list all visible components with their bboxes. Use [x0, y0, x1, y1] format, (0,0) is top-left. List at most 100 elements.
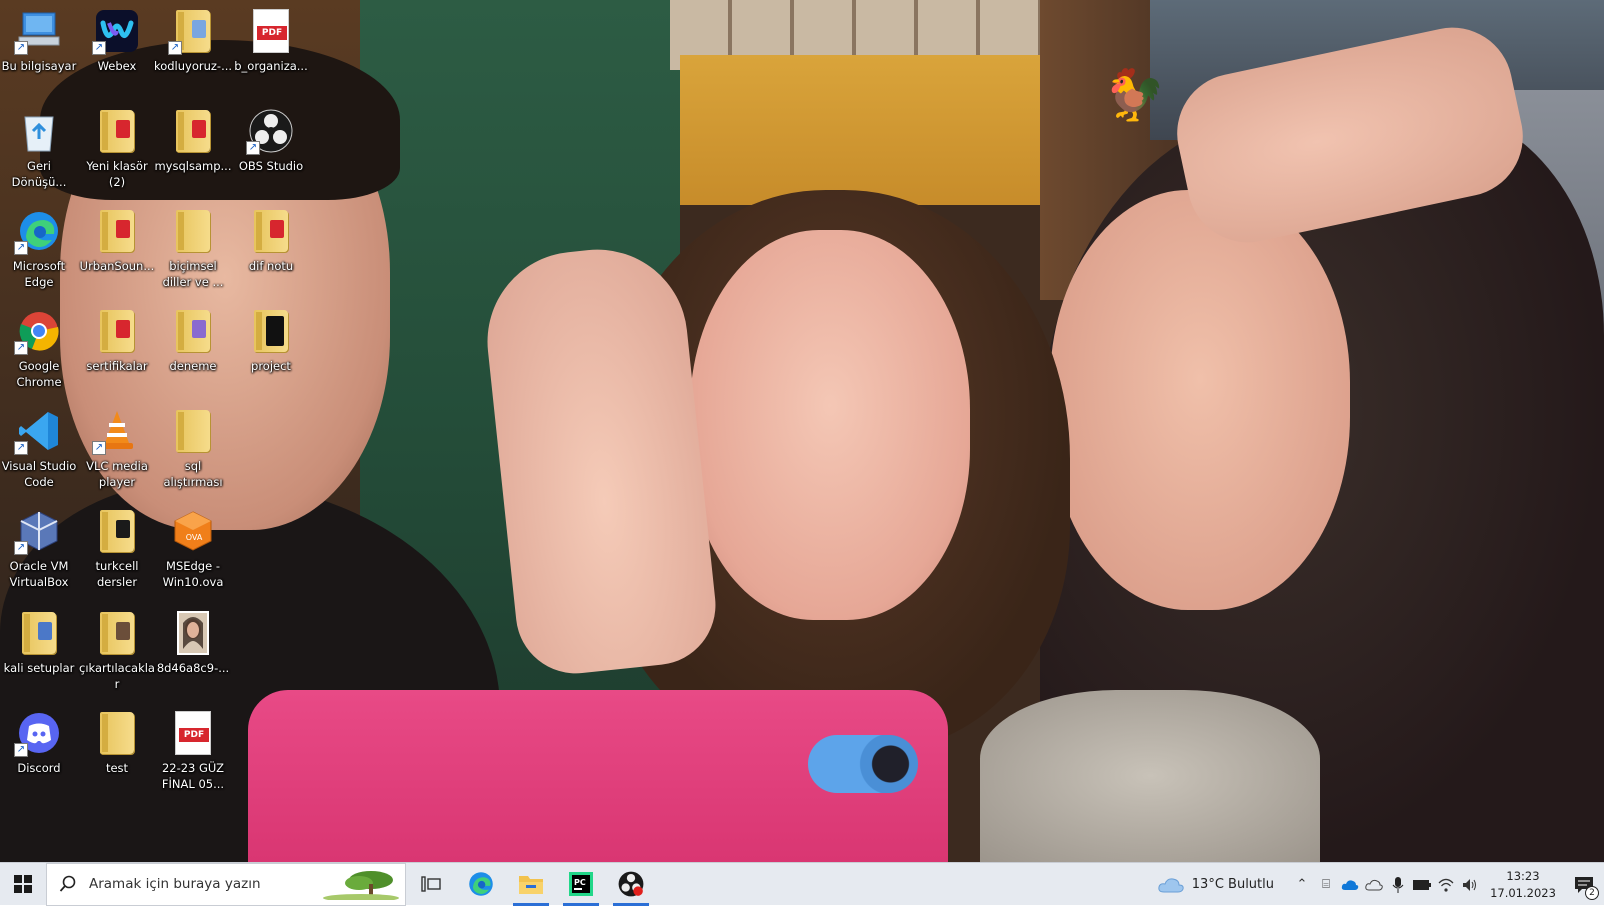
- desktop-icon-deneme[interactable]: deneme: [154, 308, 232, 374]
- desktop-icon-msedge-ova[interactable]: OVA MSEdge - Win10.ova: [154, 508, 232, 590]
- desktop-icon-edge[interactable]: ↗ Microsoft Edge: [0, 208, 78, 290]
- taskbar: Aramak için buraya yazın PC 13°C Bulutlu…: [0, 862, 1604, 906]
- desktop-icon-final[interactable]: PDF 22-23 GÜZ FİNAL 05...: [154, 710, 232, 792]
- battery-icon: [1413, 879, 1431, 890]
- desktop-icon-turkcell[interactable]: turkcell dersler: [78, 508, 156, 590]
- taskbar-pycharm[interactable]: PC: [556, 863, 606, 906]
- folder-icon: [94, 710, 140, 756]
- taskbar-search-box[interactable]: Aramak için buraya yazın: [46, 862, 406, 906]
- notification-count-badge: 2: [1585, 886, 1599, 900]
- edge-icon: ↗: [14, 208, 62, 255]
- clock-time: 13:23: [1506, 868, 1540, 883]
- vlc-icon: ↗: [92, 408, 140, 455]
- taskbar-edge[interactable]: [456, 863, 506, 906]
- search-highlight-tree-icon: [323, 870, 399, 900]
- folder-icon: [170, 308, 216, 354]
- volume-button[interactable]: [1458, 863, 1482, 906]
- clock-date: 17.01.2023: [1490, 885, 1556, 900]
- image-icon: [170, 610, 216, 656]
- desktop-icon-obs[interactable]: ↗ OBS Studio: [232, 108, 310, 174]
- speaker-icon: [1463, 878, 1476, 891]
- obs-icon: [618, 871, 644, 897]
- folder-icon: [16, 610, 62, 656]
- microphone-icon: [1392, 876, 1404, 893]
- folder-icon: [94, 508, 140, 554]
- desktop-icon-project[interactable]: project: [232, 308, 310, 374]
- folder-icon: [170, 208, 216, 254]
- computer-icon: ↗: [14, 8, 62, 55]
- ova-icon: OVA: [170, 508, 216, 554]
- onedrive-button[interactable]: [1338, 863, 1362, 906]
- wifi-icon: [1438, 878, 1454, 892]
- desktop-icon-kodluyoruz[interactable]: ↗ kodluyoruz-...: [154, 8, 232, 74]
- desktop-icon-8d46[interactable]: 8d46a8c9-...: [154, 610, 232, 676]
- webex-icon: ↗: [92, 8, 140, 55]
- desktop: 🐓 ↗ Bu bilgisayar Geri Dönüşü... ↗ Micro…: [0, 0, 1604, 862]
- desktop-icon-recycle-bin[interactable]: Geri Dönüşü...: [0, 108, 78, 190]
- obs-icon: ↗: [246, 108, 294, 155]
- desktop-icon-b-organiza[interactable]: PDF b_organiza...: [232, 8, 310, 74]
- desktop-icon-mysqlsamp[interactable]: mysqlsamp...: [154, 108, 232, 174]
- desktop-icon-vlc[interactable]: ↗ VLC media player: [78, 408, 156, 490]
- folder-icon: [170, 408, 216, 454]
- folder-icon: [170, 108, 216, 154]
- folder-icon: [248, 308, 294, 354]
- file-explorer-icon: [519, 876, 543, 894]
- desktop-icon-webex[interactable]: ↗ Webex: [78, 8, 156, 74]
- chrome-icon: ↗: [14, 308, 62, 355]
- folder-icon: ↗: [168, 8, 216, 55]
- svg-text:OVA: OVA: [186, 533, 203, 542]
- desktop-icon-test[interactable]: test: [78, 710, 156, 776]
- taskbar-file-explorer[interactable]: [506, 863, 556, 906]
- chicken-sticker: 🐓: [1103, 66, 1166, 124]
- recycle-bin-icon: [16, 108, 62, 154]
- chevron-up-icon: ⌃: [1296, 877, 1308, 892]
- pdf-icon: PDF: [170, 710, 216, 756]
- desktop-icon-urbansound[interactable]: UrbanSoun...: [78, 208, 156, 274]
- cloud-icon: [1158, 877, 1184, 892]
- discord-icon: ↗: [14, 710, 62, 757]
- virtualbox-icon: ↗: [14, 508, 62, 555]
- desktop-icon-dif-notu[interactable]: dif notu: [232, 208, 310, 274]
- desktop-icon-bicimsel[interactable]: biçimsel diller ve ...: [154, 208, 232, 290]
- start-button[interactable]: [0, 863, 46, 906]
- desktop-icon-chrome[interactable]: ↗ Google Chrome: [0, 308, 78, 390]
- desktop-icon-cikartilacaklar[interactable]: çıkartılacaklar: [78, 610, 156, 692]
- folder-icon: [94, 208, 140, 254]
- svg-text:PC: PC: [574, 878, 586, 887]
- show-hidden-icons-button[interactable]: ⌃: [1290, 863, 1314, 906]
- pdf-icon: PDF: [248, 8, 294, 54]
- task-view-icon: [421, 876, 441, 892]
- edge-icon: [469, 872, 493, 896]
- microphone-button[interactable]: [1386, 863, 1410, 906]
- system-tray: 13°C Bulutlu ⌃ ⌸ 13:23 17.01.2023 2: [1158, 863, 1604, 906]
- weather-widget[interactable]: 13°C Bulutlu: [1158, 877, 1274, 893]
- task-view-button[interactable]: [406, 863, 456, 906]
- onedrive-personal-button[interactable]: [1362, 863, 1386, 906]
- taskbar-obs[interactable]: [606, 863, 656, 906]
- desktop-icon-sertifikalar[interactable]: sertifikalar: [78, 308, 156, 374]
- desktop-icon-yeni-klasor[interactable]: Yeni klasör (2): [78, 108, 156, 190]
- pycharm-icon: PC: [569, 872, 593, 896]
- desktop-icon-discord[interactable]: ↗ Discord: [0, 710, 78, 776]
- battery-button[interactable]: [1410, 863, 1434, 906]
- folder-icon: [94, 108, 140, 154]
- search-icon: [59, 875, 76, 892]
- cloud-outline-icon: [1365, 879, 1383, 890]
- desktop-icon-vscode[interactable]: ↗ Visual Studio Code: [0, 408, 78, 490]
- usb-icon: ⌸: [1322, 877, 1330, 892]
- search-placeholder: Aramak için buraya yazın: [89, 876, 261, 892]
- folder-icon: [94, 610, 140, 656]
- weather-text: 13°C Bulutlu: [1191, 877, 1274, 892]
- taskbar-clock[interactable]: 13:23 17.01.2023: [1490, 868, 1556, 902]
- action-center-button[interactable]: 2: [1564, 863, 1604, 906]
- desktop-icon-kali[interactable]: kali setuplar: [0, 610, 78, 676]
- desktop-icon-sql-alistirmasi[interactable]: sql alıştırması: [154, 408, 232, 490]
- windows-icon: [14, 875, 32, 893]
- desktop-icon-this-pc[interactable]: ↗ Bu bilgisayar: [0, 8, 78, 74]
- folder-icon: [94, 308, 140, 354]
- tray-app-icon[interactable]: ⌸: [1314, 863, 1338, 906]
- desktop-icon-virtualbox[interactable]: ↗ Oracle VM VirtualBox: [0, 508, 78, 590]
- wifi-button[interactable]: [1434, 863, 1458, 906]
- onedrive-icon: [1341, 879, 1359, 890]
